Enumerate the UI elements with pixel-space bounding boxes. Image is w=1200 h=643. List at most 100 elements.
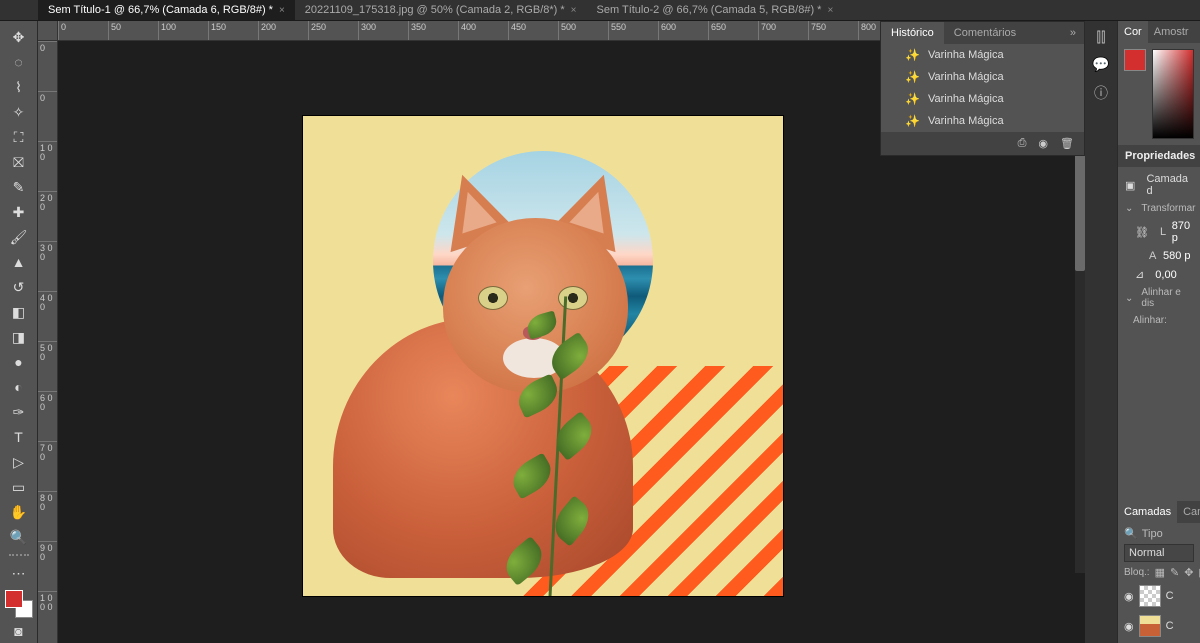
ruler-tick: 4 0 0	[38, 291, 57, 341]
comment-icon[interactable]: 💬	[1092, 56, 1109, 73]
history-tab[interactable]: Histórico	[881, 22, 944, 44]
collapsed-panels-strip: ⫿⫿ 💬 ⓘ	[1085, 21, 1117, 643]
align-section[interactable]: Alinhar e dis	[1125, 287, 1193, 309]
ruler-vertical[interactable]: 001 0 02 0 03 0 04 0 05 0 06 0 07 0 08 0…	[38, 41, 58, 643]
transform-section[interactable]: Transformar	[1125, 203, 1193, 214]
lock-pixels-icon[interactable]: ▦	[1155, 566, 1165, 579]
tool-divider	[9, 554, 29, 556]
height-value[interactable]: 580 p	[1163, 250, 1191, 262]
history-item[interactable]: ✨Varinha Mágica	[881, 110, 1084, 132]
blend-mode-select[interactable]: Normal	[1124, 544, 1194, 562]
layer-filter[interactable]: 🔍 Tipo	[1124, 527, 1194, 540]
quick-mask-tool[interactable]: ◙	[5, 619, 33, 643]
history-brush-tool[interactable]: ↺	[5, 275, 33, 299]
doc-tab-2[interactable]: 20221109_175318.jpg @ 50% (Camada 2, RGB…	[295, 0, 587, 20]
layer-row[interactable]: ◉ C	[1124, 583, 1194, 609]
brush-tool[interactable]: 🖌	[5, 225, 33, 249]
layer-thumbnail[interactable]	[1139, 615, 1161, 637]
angle-value[interactable]: 0,00	[1155, 269, 1176, 281]
ruler-origin[interactable]	[38, 21, 58, 41]
ruler-tick: 1 0 0	[38, 141, 57, 191]
visibility-icon[interactable]: ◉	[1124, 590, 1134, 603]
channels-tab[interactable]: Can	[1177, 501, 1200, 523]
ruler-tick: 5 0 0	[38, 341, 57, 391]
color-panel-swatch[interactable]	[1124, 49, 1146, 71]
blur-tool[interactable]: ●	[5, 350, 33, 374]
visibility-icon[interactable]: ◉	[1124, 620, 1134, 633]
swatches-tab[interactable]: Amostr	[1148, 21, 1195, 43]
color-picker[interactable]	[1152, 49, 1194, 139]
ruler-tick: 200	[258, 21, 308, 40]
lasso-tool[interactable]: ⌇	[5, 75, 33, 99]
lock-position-icon[interactable]: ✥	[1184, 566, 1193, 579]
close-icon[interactable]: ×	[279, 5, 285, 16]
artboard[interactable]	[303, 116, 783, 596]
layer-name[interactable]: C	[1166, 590, 1174, 602]
trash-icon[interactable]: 🗑	[1060, 137, 1074, 150]
scrollbar-thumb[interactable]	[1075, 151, 1085, 271]
history-item[interactable]: ✨Varinha Mágica	[881, 44, 1084, 66]
layer-row[interactable]: ◉ C	[1124, 613, 1194, 639]
width-label: L	[1160, 226, 1168, 238]
pen-tool[interactable]: ✑	[5, 400, 33, 424]
history-panel: Histórico Comentários » ✨Varinha Mágica✨…	[880, 21, 1085, 156]
tab-label: 20221109_175318.jpg @ 50% (Camada 2, RGB…	[305, 4, 565, 16]
lock-label: Bloq.:	[1124, 567, 1150, 578]
ruler-tick: 6 0 0	[38, 391, 57, 441]
ruler-tick: 700	[758, 21, 808, 40]
ruler-tick: 100	[158, 21, 208, 40]
close-icon[interactable]: ×	[571, 5, 577, 16]
doc-tab-3[interactable]: Sem Título-2 @ 66,7% (Camada 5, RGB/8#) …	[587, 0, 844, 20]
ruler-tick: 300	[358, 21, 408, 40]
history-item[interactable]: ✨Varinha Mágica	[881, 66, 1084, 88]
shape-tool[interactable]: ▭	[5, 475, 33, 499]
wand-icon: ✨	[905, 114, 920, 128]
layer-name[interactable]: C	[1166, 620, 1174, 632]
ruler-tick: 750	[808, 21, 858, 40]
link-icon[interactable]: ⛓	[1135, 226, 1149, 239]
move-tool[interactable]: ✥	[5, 25, 33, 49]
healing-tool[interactable]: ✚	[5, 200, 33, 224]
collapse-panel-icon[interactable]: »	[1062, 22, 1084, 44]
type-tool[interactable]: T	[5, 425, 33, 449]
history-list: ✨Varinha Mágica✨Varinha Mágica✨Varinha M…	[881, 44, 1084, 132]
layer-thumbnail[interactable]	[1139, 585, 1161, 607]
camera-icon[interactable]: ◉	[1038, 137, 1048, 150]
magic-wand-tool[interactable]: ✧	[5, 100, 33, 124]
comments-tab[interactable]: Comentários	[944, 22, 1026, 44]
dodge-tool[interactable]: ◐	[5, 375, 33, 399]
wand-icon: ✨	[905, 92, 920, 106]
height-label: A	[1149, 250, 1159, 262]
ruler-tick: 450	[508, 21, 558, 40]
marquee-tool[interactable]: ◌	[5, 50, 33, 74]
learn-icon[interactable]: ⫿⫿	[1097, 29, 1106, 46]
canvas-area[interactable]: 0501001502002503003504004505005506006507…	[38, 21, 1085, 643]
history-item-label: Varinha Mágica	[928, 49, 1004, 61]
edit-toolbar[interactable]: ⋯	[5, 561, 33, 585]
close-icon[interactable]: ×	[827, 5, 833, 16]
vertical-scrollbar[interactable]	[1075, 151, 1085, 573]
new-snapshot-icon[interactable]: ⎙	[1018, 137, 1027, 150]
lock-brush-icon[interactable]: ✎	[1170, 566, 1179, 579]
eraser-tool[interactable]: ◧	[5, 300, 33, 324]
foreground-color-swatch[interactable]	[5, 590, 23, 608]
ruler-tick: 50	[108, 21, 158, 40]
history-item[interactable]: ✨Varinha Mágica	[881, 88, 1084, 110]
width-value[interactable]: 870 p	[1172, 220, 1193, 244]
right-panels: Cor Amostr Propriedades ▣ Camada d Trans…	[1117, 21, 1200, 643]
path-select-tool[interactable]: ▷	[5, 450, 33, 474]
layer-type-label: Camada d	[1146, 173, 1193, 197]
stamp-tool[interactable]: ▲	[5, 250, 33, 274]
crop-tool[interactable]: ⛶	[5, 125, 33, 149]
hand-tool[interactable]: ✋	[5, 500, 33, 524]
gradient-tool[interactable]: ◨	[5, 325, 33, 349]
zoom-tool[interactable]: 🔍	[5, 525, 33, 549]
frame-tool[interactable]: ⛝	[5, 150, 33, 174]
ruler-tick: 500	[558, 21, 608, 40]
color-tab[interactable]: Cor	[1118, 21, 1148, 43]
color-swatches[interactable]	[5, 590, 33, 618]
eyedropper-tool[interactable]: ✎	[5, 175, 33, 199]
layers-tab[interactable]: Camadas	[1118, 501, 1177, 523]
info-icon[interactable]: ⓘ	[1094, 83, 1108, 103]
doc-tab-1[interactable]: Sem Título-1 @ 66,7% (Camada 6, RGB/8#) …	[38, 0, 295, 20]
